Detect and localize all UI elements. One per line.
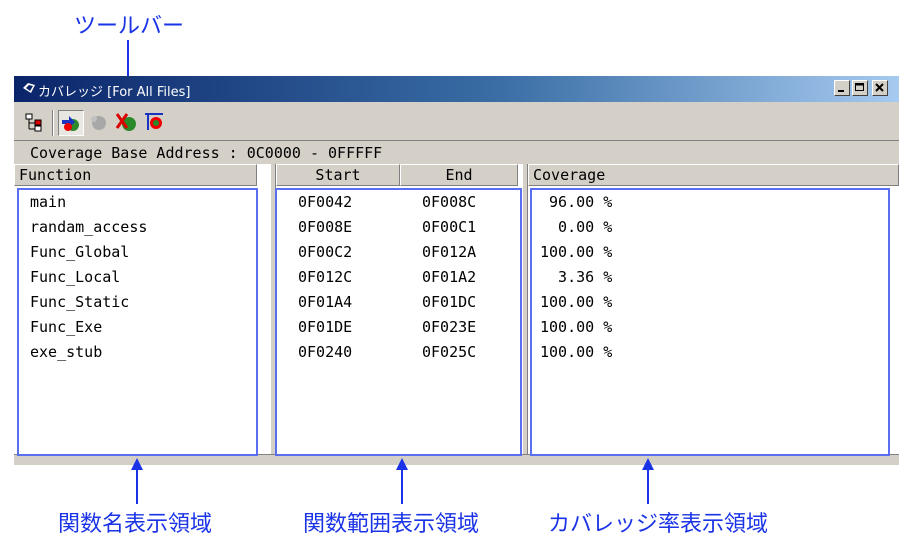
coverage-cell[interactable]: 96.00 % (540, 190, 612, 214)
range-area-label: 関数範囲表示領域 (303, 512, 480, 537)
maximize-button[interactable] (852, 80, 868, 96)
toolbar-button-range[interactable] (142, 110, 168, 136)
toolbar (14, 102, 899, 140)
toolbar-button-tree[interactable] (22, 110, 48, 136)
end-address-cell[interactable]: 0F00C1 (422, 215, 476, 239)
refresh-coverage-icon (62, 116, 79, 131)
start-address-cell[interactable]: 0F01A4 (298, 290, 352, 314)
start-address-cell[interactable]: 0F01DE (298, 315, 352, 339)
function-pane[interactable]: Function main randam_access Func_Global Fun… (14, 164, 270, 454)
end-address-cell[interactable]: 0F012A (422, 240, 476, 264)
coverage-window-icon (23, 83, 35, 93)
toolbar-button-gear (86, 110, 112, 136)
tree-view-icon (25, 113, 42, 132)
coverage-cell[interactable]: 3.36 % (540, 265, 612, 289)
toolbar-button-clear[interactable] (114, 110, 140, 136)
end-address-cell[interactable]: 0F01DC (422, 290, 476, 314)
minimize-button[interactable] (834, 80, 850, 96)
toolbar-separator (52, 110, 54, 136)
coverage-window: カバレッジ [For All Files] Coverage Base Addr… (14, 76, 899, 465)
function-cell[interactable]: Func_Local (30, 265, 120, 289)
coverage-cell[interactable]: 100.00 % (540, 240, 612, 264)
close-icon (875, 83, 884, 92)
start-address-cell[interactable]: 0F012C (298, 265, 352, 289)
function-cell[interactable]: randam_access (30, 215, 147, 239)
start-address-cell[interactable]: 0F0240 (298, 340, 352, 364)
coverage-cell[interactable]: 100.00 % (540, 340, 612, 364)
coverage-cell[interactable]: 100.00 % (540, 315, 612, 339)
coverage-cell[interactable]: 100.00 % (540, 290, 612, 314)
coverage-area-arrow (642, 458, 654, 504)
clear-coverage-icon (115, 113, 136, 131)
column-header-start[interactable]: Start (276, 164, 400, 186)
function-area-label: 関数名表示領域 (58, 512, 213, 537)
coverage-area-label: カバレッジ率表示領域 (548, 512, 769, 537)
function-cell[interactable]: Func_Static (30, 290, 129, 314)
column-header-function[interactable]: Function (14, 164, 257, 186)
range-area-arrow (396, 458, 408, 504)
range-pane[interactable]: Start End 0F0042 0F008C 0F008E 0F00C1 0F00C2… (276, 164, 528, 454)
coverage-base-address: Coverage Base Address : 0C0000 - 0FFFFF (30, 144, 383, 162)
function-cell[interactable]: main (30, 190, 66, 214)
close-button[interactable] (872, 80, 888, 96)
start-address-cell[interactable]: 0F0042 (298, 190, 352, 214)
disabled-gear-icon (91, 116, 106, 130)
window-bottom-border (14, 454, 899, 465)
function-area-arrow (131, 458, 143, 504)
function-cell[interactable]: exe_stub (30, 340, 102, 364)
window-title: カバレッジ [For All Files] (38, 85, 191, 100)
start-address-cell[interactable]: 0F008E (298, 215, 352, 239)
end-address-cell[interactable]: 0F01A2 (422, 265, 476, 289)
column-header-end[interactable]: End (400, 164, 518, 186)
toolbar-annotation-label: ツールバー (74, 14, 185, 39)
end-address-cell[interactable]: 0F025C (422, 340, 476, 364)
minimize-icon (838, 90, 844, 92)
function-cell[interactable]: Func_Exe (30, 315, 102, 339)
column-header-coverage[interactable]: Coverage (528, 164, 899, 186)
end-address-cell[interactable]: 0F023E (422, 315, 476, 339)
coverage-panes: Function main randam_access Func_Global Fun… (14, 164, 899, 454)
function-cell[interactable]: Func_Global (30, 240, 129, 264)
end-address-cell[interactable]: 0F008C (422, 190, 476, 214)
maximize-icon (855, 83, 864, 91)
start-address-cell[interactable]: 0F00C2 (298, 240, 352, 264)
coverage-base-address-bar: Coverage Base Address : 0C0000 - 0FFFFF (14, 140, 899, 165)
toolbar-button-refresh[interactable] (58, 110, 84, 136)
range-select-icon (145, 113, 163, 130)
coverage-cell[interactable]: 0.00 % (540, 215, 612, 239)
title-bar[interactable]: カバレッジ [For All Files] (14, 76, 899, 102)
coverage-pane[interactable]: Coverage 96.00 % 0.00 % 100.00 % 3.36 % 10… (528, 164, 899, 454)
